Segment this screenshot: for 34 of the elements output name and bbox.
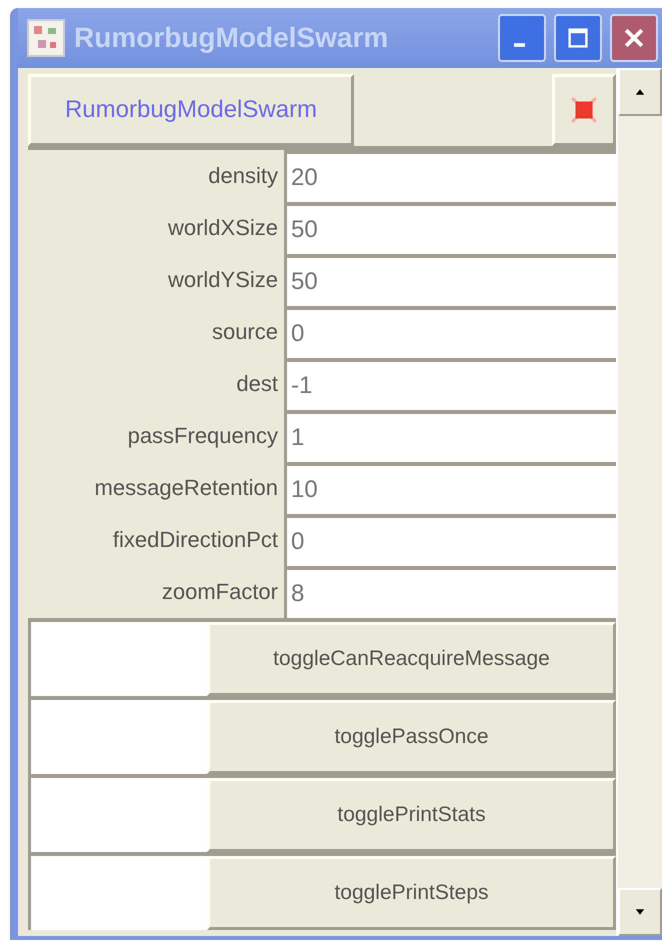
input-field[interactable]: 0 bbox=[284, 514, 616, 566]
scroll-bar[interactable] bbox=[616, 68, 662, 936]
input-field[interactable]: 0 bbox=[284, 306, 616, 358]
input-field[interactable]: 10 bbox=[284, 462, 616, 514]
field-label: dest bbox=[235, 370, 279, 398]
field-label: worldXSize bbox=[166, 214, 279, 242]
close-button[interactable] bbox=[610, 14, 658, 62]
close-probe-button[interactable] bbox=[552, 74, 616, 146]
scroll-down-button[interactable] bbox=[618, 888, 662, 936]
input-field[interactable]: 8 bbox=[284, 566, 616, 618]
toggle-button[interactable]: toggleCanReacquireMessage bbox=[207, 622, 616, 696]
toggle-button[interactable]: togglePrintStats bbox=[207, 778, 616, 852]
swarm-name-button[interactable]: RumorbugModelSwarm bbox=[28, 74, 354, 146]
field-label: fixedDirectionPct bbox=[112, 526, 279, 554]
input-field[interactable]: 50 bbox=[284, 254, 616, 306]
app-icon bbox=[26, 18, 66, 58]
maximize-button[interactable] bbox=[554, 14, 602, 62]
field-label: worldYSize bbox=[166, 266, 279, 294]
window-title: RumorbugModelSwarm bbox=[74, 22, 390, 54]
minimize-button[interactable] bbox=[498, 14, 546, 62]
field-label: messageRetention bbox=[94, 474, 279, 502]
field-label: passFrequency bbox=[126, 422, 279, 450]
input-field[interactable]: 1 bbox=[284, 410, 616, 462]
input-field[interactable]: -1 bbox=[284, 358, 616, 410]
input-field[interactable]: 50 bbox=[284, 202, 616, 254]
field-label: source bbox=[210, 318, 279, 346]
toggle-button[interactable]: togglePassOnce bbox=[207, 700, 616, 774]
field-label: zoomFactor bbox=[160, 578, 279, 606]
toggle-button[interactable]: togglePrintSteps bbox=[207, 856, 616, 930]
input-field[interactable]: 20 bbox=[284, 150, 616, 202]
scroll-up-button[interactable] bbox=[618, 68, 662, 116]
field-label: density bbox=[207, 162, 279, 190]
maximize-icon bbox=[566, 26, 590, 50]
minimize-icon bbox=[514, 43, 524, 47]
